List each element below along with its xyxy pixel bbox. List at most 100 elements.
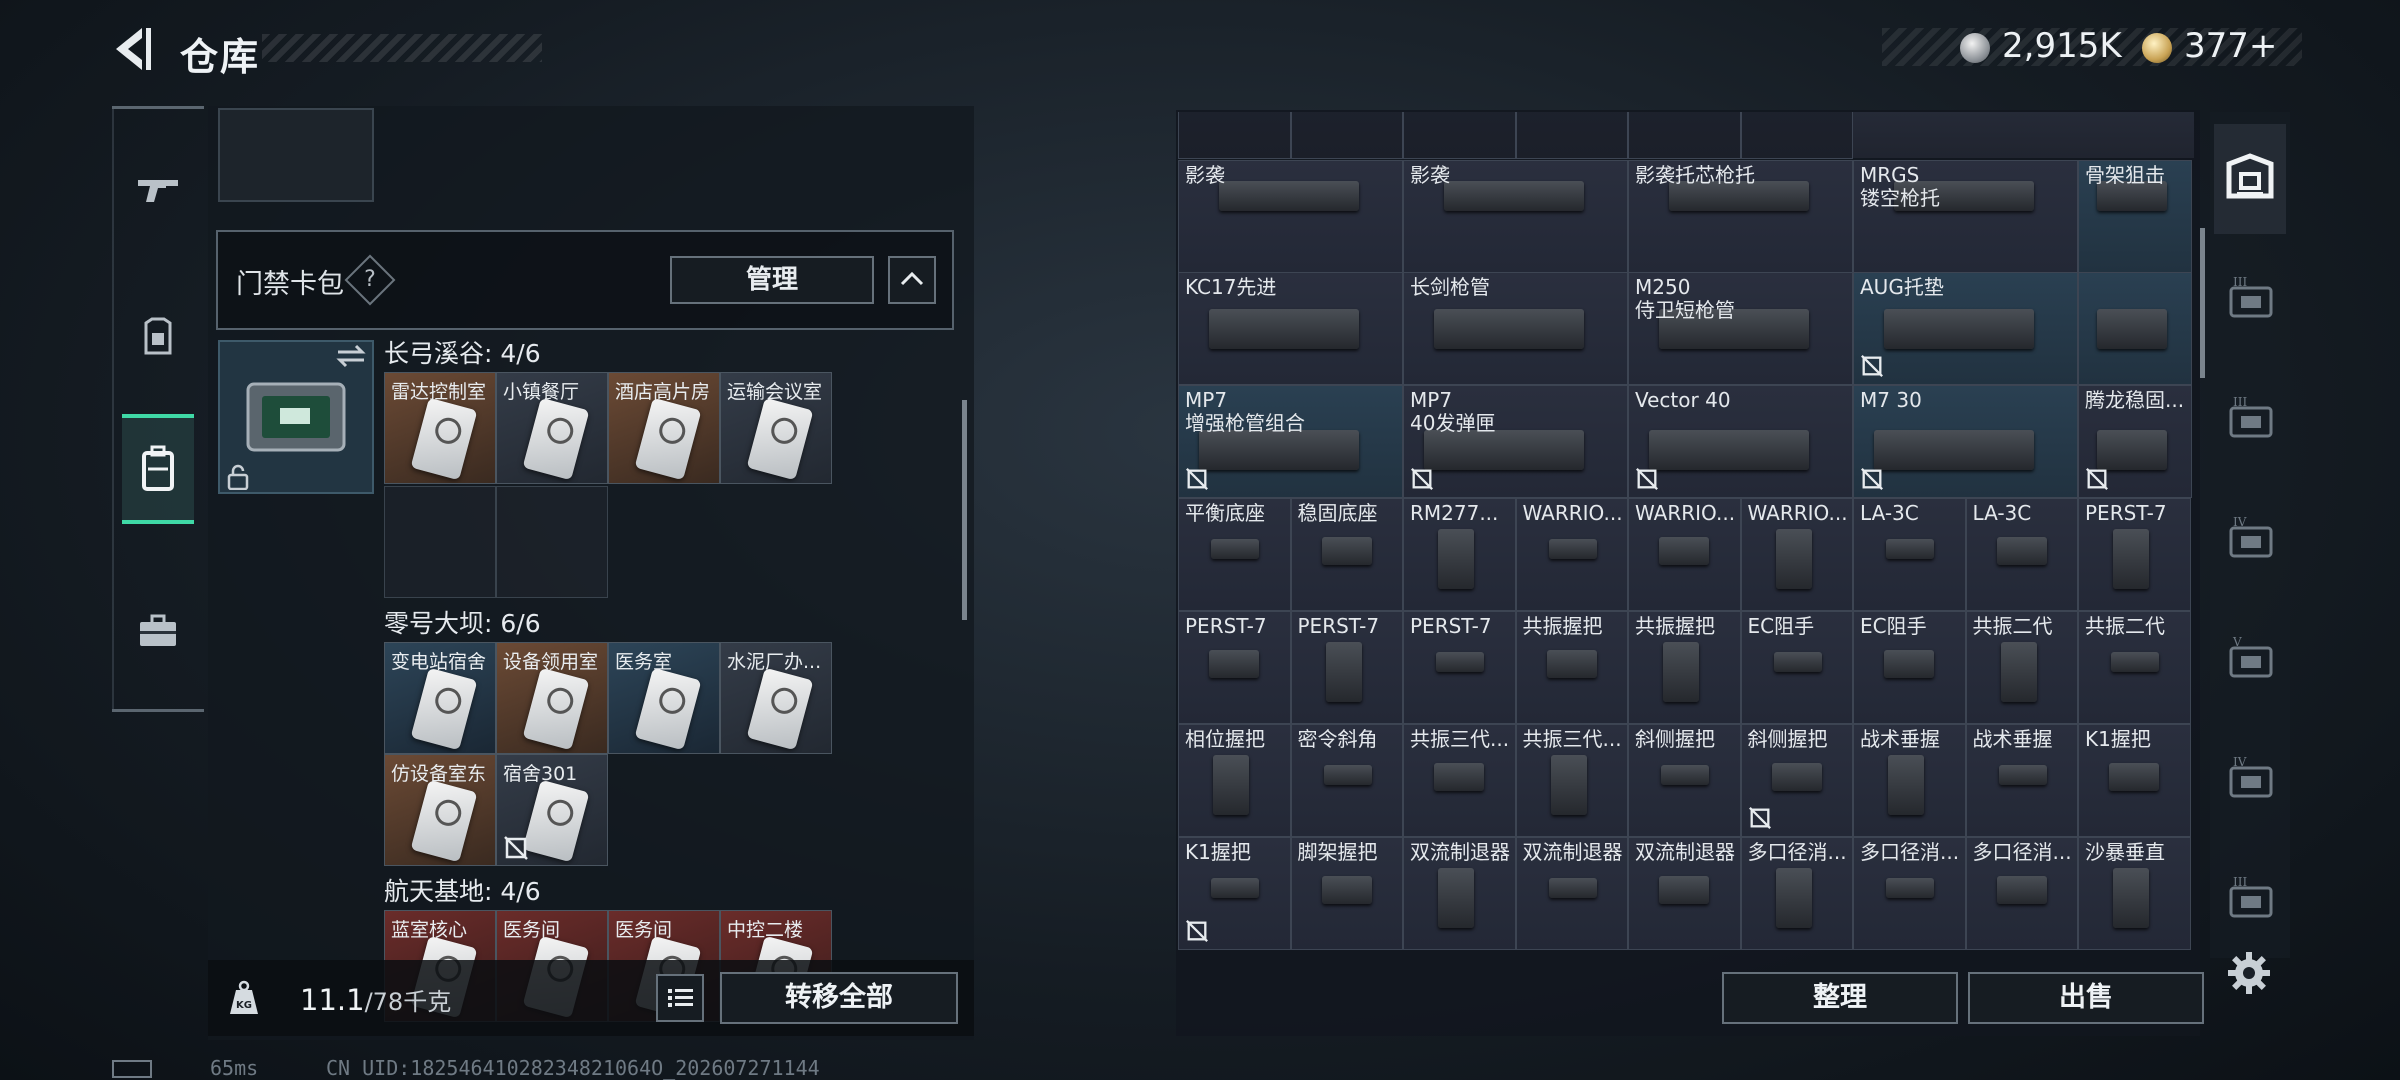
keycard-slot[interactable]: 小镇餐厅 <box>496 372 608 484</box>
keycard-slot[interactable]: 设备领用室 <box>496 642 608 754</box>
keycard-slot[interactable]: 医务室 <box>608 642 720 754</box>
sell-button[interactable]: 出售 <box>1968 972 2204 1024</box>
collapse-button[interactable] <box>888 256 936 304</box>
stash-item[interactable]: 影袭 <box>1178 160 1403 273</box>
sort-button[interactable]: 整理 <box>1722 972 1958 1024</box>
container-tab[interactable]: III <box>2214 364 2286 474</box>
stash-item[interactable]: 沙暴垂直 <box>2078 837 2191 950</box>
stash-item[interactable]: 共振三代... <box>1403 724 1516 837</box>
keycard-slot[interactable]: 水泥厂办... <box>720 642 832 754</box>
stash-item[interactable]: 战术垂握 <box>1853 724 1966 837</box>
stash-item[interactable]: PERST-7 <box>2078 498 2191 611</box>
stash-item[interactable]: Vector 40 <box>1628 385 1853 498</box>
stash-item[interactable]: 双流制退器 <box>1403 837 1516 950</box>
gear-icon[interactable] <box>2226 950 2272 996</box>
scrollbar[interactable] <box>2200 228 2205 378</box>
scrollbar[interactable] <box>962 400 967 620</box>
container-tab[interactable] <box>2214 124 2286 234</box>
stash-item[interactable]: 脚架握把 <box>1290 837 1403 950</box>
stash-item[interactable]: EC阻手 <box>1740 611 1853 724</box>
stash-item[interactable]: PERST-7 <box>1178 611 1291 724</box>
stash-item[interactable]: 共振握把 <box>1628 611 1741 724</box>
stash-item[interactable] <box>1290 112 1403 159</box>
nav-briefcase[interactable] <box>122 576 194 686</box>
nav-backpack[interactable] <box>122 414 194 524</box>
stash-item[interactable]: 共振二代 <box>1965 611 2078 724</box>
stash-item[interactable]: MRGS 镂空枪托 <box>1853 160 2078 273</box>
container-tab[interactable]: IV <box>2214 724 2286 834</box>
empty-slot[interactable] <box>496 486 608 598</box>
stash-item[interactable]: MP7 增强枪管组合 <box>1178 385 1403 498</box>
container-tab[interactable]: III <box>2214 844 2286 954</box>
stash-item[interactable] <box>1515 112 1628 159</box>
item-image <box>1209 309 1359 349</box>
stash-item[interactable]: 共振三代... <box>1515 724 1628 837</box>
stash-item[interactable]: 腾龙稳固... <box>2078 385 2192 498</box>
container-tab[interactable]: IV <box>2214 484 2286 594</box>
stash-item[interactable]: 密令斜角 <box>1290 724 1403 837</box>
stash-item[interactable]: WARRIO... <box>1740 498 1853 611</box>
stash-item[interactable]: 多口径消... <box>1965 837 2078 950</box>
item-name: 双流制退器 <box>1522 840 1623 864</box>
stash-item[interactable]: WARRIO... <box>1515 498 1628 611</box>
stash-item[interactable]: LA-3C <box>1853 498 1966 611</box>
stash-item[interactable] <box>1178 112 1291 159</box>
stash-item[interactable]: M7 30 <box>1853 385 2078 498</box>
list-view-button[interactable] <box>656 974 704 1022</box>
stash-item[interactable]: 战术垂握 <box>1965 724 2078 837</box>
keycard-slot[interactable]: 仿设备室东 <box>384 754 496 866</box>
item-name: RM277... <box>1410 501 1499 525</box>
stash-item[interactable]: 影袭 <box>1403 160 1628 273</box>
stash-item[interactable]: 长剑枪管 <box>1403 272 1628 385</box>
stash-item[interactable]: 影袭托芯枪托 <box>1628 160 1853 273</box>
item-image <box>1659 537 1709 565</box>
stash-item[interactable]: AUG托垫 <box>1853 272 2078 385</box>
stash-item[interactable]: M250 侍卫短枪管 <box>1628 272 1853 385</box>
stash-item[interactable]: 多口径消... <box>1740 837 1853 950</box>
stash-item[interactable]: 共振握把 <box>1515 611 1628 724</box>
stash-item[interactable] <box>1628 112 1741 159</box>
manage-button[interactable]: 管理 <box>670 256 874 304</box>
keycard-slot[interactable]: 宿舍301 <box>496 754 608 866</box>
swap-icon[interactable] <box>334 344 368 368</box>
container-tab[interactable]: III <box>2214 244 2286 354</box>
stash-item[interactable]: K1握把 <box>1178 837 1291 950</box>
weapon-icon <box>138 180 178 202</box>
empty-slot[interactable] <box>384 486 496 598</box>
container-tab[interactable]: V <box>2214 604 2286 714</box>
item-thumbnail[interactable] <box>218 108 374 202</box>
stash-item[interactable]: KC17先进 <box>1178 272 1403 385</box>
item-name: 斜侧握把 <box>1635 727 1715 751</box>
stash-item[interactable] <box>1740 112 1853 159</box>
nav-armor[interactable] <box>122 282 194 392</box>
stash-item[interactable]: 双流制退器 <box>1628 837 1741 950</box>
transfer-all-button[interactable]: 转移全部 <box>720 972 958 1024</box>
keycard-slot[interactable]: 变电站宿舍 <box>384 642 496 754</box>
stash-item[interactable]: PERST-7 <box>1403 611 1516 724</box>
keycard-slot[interactable]: 雷达控制室 <box>384 372 496 484</box>
stash-item[interactable]: 多口径消... <box>1853 837 1966 950</box>
stash-item[interactable]: 骨架狙击 <box>2078 160 2192 273</box>
nav-weapon[interactable] <box>122 134 194 244</box>
stash-item[interactable] <box>2078 272 2192 385</box>
stash-item[interactable]: PERST-7 <box>1290 611 1403 724</box>
stash-item[interactable]: 双流制退器 <box>1515 837 1628 950</box>
stash-item[interactable]: 平衡底座 <box>1178 498 1291 611</box>
stash-item[interactable]: 斜侧握把 <box>1628 724 1741 837</box>
stash-item[interactable]: 共振二代 <box>2078 611 2191 724</box>
stash-item[interactable]: EC阻手 <box>1853 611 1966 724</box>
keycard-slot[interactable]: 运输会议室 <box>720 372 832 484</box>
stash-item[interactable]: LA-3C <box>1965 498 2078 611</box>
item-name: 稳固底座 <box>1297 501 1378 525</box>
stash-item[interactable]: K1握把 <box>2078 724 2191 837</box>
stash-item[interactable]: 稳固底座 <box>1290 498 1403 611</box>
stash-item[interactable]: MP7 40发弹匣 <box>1403 385 1628 498</box>
keycard-slot[interactable]: 酒店高片房 <box>608 372 720 484</box>
stash-item[interactable]: WARRIO... <box>1628 498 1741 611</box>
stash-item[interactable]: 相位握把 <box>1178 724 1291 837</box>
back-arrow-icon[interactable] <box>108 24 154 74</box>
stash-item[interactable]: RM277... <box>1403 498 1516 611</box>
stash-item[interactable] <box>1403 112 1516 159</box>
stash-item[interactable]: 斜侧握把 <box>1740 724 1853 837</box>
keycard-icon <box>522 779 590 863</box>
